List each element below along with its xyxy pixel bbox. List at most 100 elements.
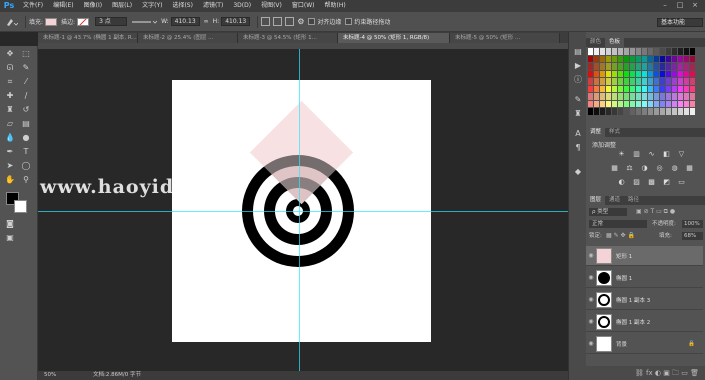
- color-swatch[interactable]: [636, 48, 641, 55]
- color-swatch[interactable]: [660, 70, 665, 77]
- color-swatch[interactable]: [594, 100, 599, 107]
- color-swatch[interactable]: [690, 55, 695, 62]
- color-swatch[interactable]: [648, 70, 653, 77]
- color-swatch[interactable]: [660, 78, 665, 85]
- quick-mask-icon[interactable]: ◙: [4, 218, 16, 229]
- lasso-tool-icon[interactable]: ᘏ: [4, 62, 16, 73]
- color-swatch[interactable]: [624, 70, 629, 77]
- color-swatch[interactable]: [594, 48, 599, 55]
- color-swatch[interactable]: [672, 63, 677, 70]
- color-swatch[interactable]: [630, 55, 635, 62]
- color-swatch[interactable]: [678, 108, 683, 115]
- color-swatch[interactable]: [654, 93, 659, 100]
- color-swatch[interactable]: [624, 78, 629, 85]
- color-swatch[interactable]: [642, 70, 647, 77]
- brightness-adj-icon[interactable]: ☀: [616, 150, 627, 159]
- color-swatch[interactable]: [618, 93, 623, 100]
- color-swatch[interactable]: [654, 78, 659, 85]
- doc-tab[interactable]: 未标题-5 @ 50% (矩形 ...: [450, 33, 560, 43]
- layers-footer-icons[interactable]: ⛓ fx ◐ ▣ 🗀 ▭ 🗑: [586, 366, 705, 380]
- color-swatch[interactable]: [666, 48, 671, 55]
- color-swatch[interactable]: [654, 70, 659, 77]
- selective-color-adj-icon[interactable]: ◩: [661, 178, 672, 187]
- visibility-eye-icon[interactable]: ◉: [586, 296, 596, 303]
- color-swatch[interactable]: [660, 85, 665, 92]
- color-swatch[interactable]: [594, 55, 599, 62]
- color-lookup-adj-icon[interactable]: ▦: [684, 164, 695, 173]
- color-swatch[interactable]: [648, 78, 653, 85]
- color-swatch[interactable]: [636, 93, 641, 100]
- eyedropper-tool-icon[interactable]: ⁄: [20, 76, 32, 87]
- color-swatch[interactable]: [690, 100, 695, 107]
- tool-preset-icon[interactable]: [4, 16, 18, 28]
- stroke-type-dropdown[interactable]: [131, 16, 158, 28]
- color-swatch[interactable]: [636, 63, 641, 70]
- color-swatch[interactable]: [666, 63, 671, 70]
- color-swatch[interactable]: [660, 108, 665, 115]
- menu-3d[interactable]: 3D(D): [228, 0, 256, 12]
- visibility-eye-icon[interactable]: ◉: [586, 252, 596, 259]
- color-swatch[interactable]: [648, 63, 653, 70]
- color-swatch[interactable]: [684, 93, 689, 100]
- color-swatch[interactable]: [654, 48, 659, 55]
- color-swatch[interactable]: [636, 100, 641, 107]
- history-brush-tool-icon[interactable]: ↺: [20, 104, 32, 115]
- menu-edit[interactable]: 编辑(E): [48, 0, 78, 12]
- lock-icons[interactable]: ▦ ✎ ✥ 🔒: [606, 232, 635, 240]
- color-swatch[interactable]: [690, 48, 695, 55]
- gear-icon[interactable]: ⚙: [297, 16, 304, 28]
- color-swatch[interactable]: [594, 93, 599, 100]
- color-swatch[interactable]: [618, 108, 623, 115]
- brush-panel-icon[interactable]: ✎: [572, 94, 584, 105]
- exposure-adj-icon[interactable]: ◧: [661, 150, 672, 159]
- color-swatch[interactable]: [612, 55, 617, 62]
- tab-swatches[interactable]: 色板: [605, 38, 625, 47]
- color-swatch[interactable]: [666, 93, 671, 100]
- gradient-tool-icon[interactable]: ▤: [20, 118, 32, 129]
- color-swatch[interactable]: [600, 63, 605, 70]
- color-swatch[interactable]: [618, 55, 623, 62]
- color-swatch[interactable]: [690, 63, 695, 70]
- color-swatch[interactable]: [672, 93, 677, 100]
- color-swatch[interactable]: [684, 100, 689, 107]
- color-swatch[interactable]: [588, 70, 593, 77]
- color-swatch[interactable]: [642, 85, 647, 92]
- color-swatch[interactable]: [588, 55, 593, 62]
- color-swatch[interactable]: [684, 55, 689, 62]
- tab-adjustments[interactable]: 调整: [586, 128, 606, 137]
- fill-swatch[interactable]: [45, 17, 58, 26]
- color-swatch[interactable]: [672, 55, 677, 62]
- color-swatch[interactable]: [660, 93, 665, 100]
- color-swatch[interactable]: [600, 85, 605, 92]
- curves-adj-icon[interactable]: ∿: [646, 150, 657, 159]
- color-swatch[interactable]: [636, 85, 641, 92]
- color-swatch[interactable]: [594, 85, 599, 92]
- color-swatch[interactable]: [642, 63, 647, 70]
- color-swatch[interactable]: [678, 93, 683, 100]
- maximize-icon[interactable]: □: [675, 1, 685, 10]
- color-swatch[interactable]: [690, 85, 695, 92]
- levels-adj-icon[interactable]: ▥: [631, 150, 642, 159]
- bw-adj-icon[interactable]: ◑: [639, 164, 650, 173]
- tab-paths[interactable]: 路径: [624, 196, 643, 205]
- menu-view[interactable]: 视图(V): [256, 0, 287, 12]
- link-icon[interactable]: ∞: [204, 16, 209, 28]
- photo-filter-adj-icon[interactable]: ◎: [654, 164, 665, 173]
- history-panel-icon[interactable]: ▤: [572, 46, 584, 57]
- color-swatch[interactable]: [630, 63, 635, 70]
- color-swatch[interactable]: [636, 70, 641, 77]
- blend-mode-dropdown[interactable]: 正常: [589, 220, 647, 228]
- tab-color[interactable]: 颜色: [586, 38, 605, 47]
- color-swatch[interactable]: [612, 48, 617, 55]
- color-swatch[interactable]: [666, 78, 671, 85]
- shape-tool-icon[interactable]: ◯: [20, 160, 32, 171]
- color-swatch[interactable]: [618, 63, 623, 70]
- color-swatch[interactable]: [672, 100, 677, 107]
- color-swatch[interactable]: [684, 48, 689, 55]
- color-swatch[interactable]: [678, 55, 683, 62]
- color-swatch[interactable]: [618, 70, 623, 77]
- color-swatch[interactable]: [636, 108, 641, 115]
- color-swatch[interactable]: [630, 48, 635, 55]
- color-swatch[interactable]: [648, 48, 653, 55]
- visibility-eye-icon[interactable]: ◉: [586, 340, 596, 347]
